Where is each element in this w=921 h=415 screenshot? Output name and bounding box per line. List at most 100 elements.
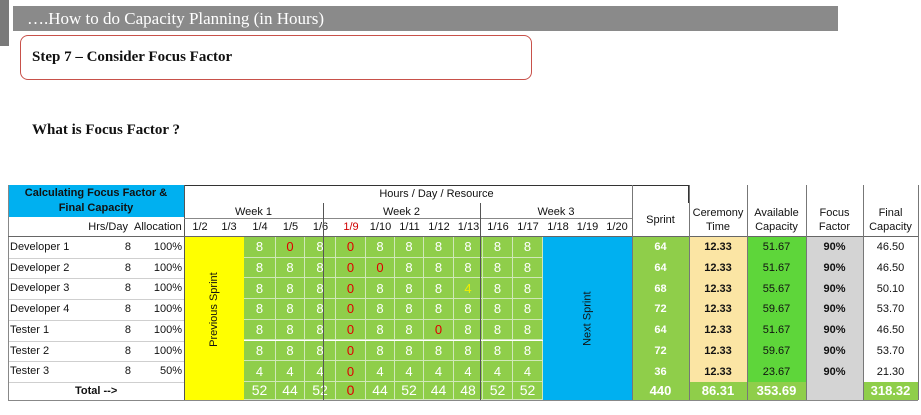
row-hrs: 8 [124, 365, 131, 378]
day-hours-cell: 4 [513, 361, 543, 382]
day-hours-cell: 0 [336, 278, 366, 300]
day-hours-cell: 8 [276, 340, 305, 362]
final-value: 46.50 [876, 324, 905, 337]
day-hours-cell: 8 [395, 257, 424, 279]
date-header: 1/18 [547, 221, 569, 233]
available-header: Available Capacity [754, 206, 799, 233]
day-hours-cell: 8 [395, 319, 424, 341]
slide-title: ….How to do Capacity Planning (in Hours) [27, 9, 324, 28]
sprint-value: 68 [654, 282, 667, 295]
final-value: 50.10 [876, 282, 905, 295]
row-name: Developer 2 [10, 261, 70, 274]
day-hours-cell: 4 [454, 278, 483, 300]
date-header: 1/12 [428, 221, 450, 233]
step-title: Step 7 – Consider Focus Factor [32, 49, 233, 65]
hours-header: Hours / Day / Resource [379, 188, 494, 200]
focus-value: 90% [823, 344, 846, 357]
day-hours-cell: 8 [483, 319, 513, 341]
day-hours-cell: 8 [244, 237, 276, 258]
date-header: 1/11 [399, 221, 420, 233]
day-hours-cell: 8 [276, 278, 305, 300]
row-name: Tester 3 [10, 365, 50, 378]
day-hours-cell: 0 [336, 340, 366, 362]
row-hrs: 8 [124, 344, 131, 357]
focus-value: 90% [823, 324, 846, 337]
row-name: Developer 1 [10, 241, 70, 253]
column-divider [863, 185, 864, 400]
day-hours-cell: 8 [424, 237, 454, 258]
final-total: 318.32 [863, 381, 918, 400]
column-divider [689, 185, 690, 400]
row-name: Tester 2 [10, 344, 50, 357]
day-hours-cell: 4 [276, 361, 305, 382]
day-hours-cell: 8 [366, 340, 395, 362]
day-hours-cell: 8 [454, 237, 483, 258]
day-hours-cell: 8 [305, 237, 336, 258]
day-hours-cell: 4 [483, 361, 513, 382]
day-hours-cell: 8 [366, 237, 395, 258]
ceremony-value: 12.33 [704, 303, 732, 316]
day-hours-cell: 0 [336, 237, 366, 258]
row-hrs: 8 [124, 323, 131, 336]
total-label: Total --> [75, 384, 118, 397]
day-total-cell: 0 [336, 381, 366, 400]
day-hours-cell: 8 [366, 278, 395, 300]
sprint-value: 36 [654, 365, 667, 378]
row-hrs: 8 [124, 241, 131, 253]
slide-edge-strip [0, 0, 9, 46]
focus-value: 90% [823, 241, 846, 254]
sprint-value: 72 [654, 303, 667, 316]
sprint-value: 72 [654, 344, 667, 357]
week-divider [323, 203, 324, 400]
day-hours-cell: 8 [395, 278, 424, 300]
day-hours-cell: 4 [366, 361, 395, 382]
day-total-cell: 52 [513, 381, 543, 400]
day-hours-cell: 8 [244, 299, 276, 320]
date-header: 1/9 [343, 221, 359, 233]
day-hours-cell: 4 [424, 361, 454, 382]
row-divider [8, 278, 184, 280]
table-bottom-line [8, 399, 918, 401]
row-name: Developer 3 [10, 282, 70, 295]
final-value: 46.50 [876, 262, 905, 275]
day-hours-cell: 8 [483, 257, 513, 279]
day-total-cell: 44 [424, 381, 454, 400]
row-alloc: 100% [153, 344, 182, 357]
ceremony-value: 12.33 [704, 262, 732, 275]
row-alloc: 100% [153, 282, 182, 295]
day-hours-cell: 8 [244, 319, 276, 341]
day-hours-cell: 0 [276, 237, 305, 258]
ceremony-value: 12.33 [704, 344, 732, 357]
focus-value: 90% [823, 282, 846, 295]
day-hours-cell: 8 [513, 299, 543, 320]
day-hours-cell: 8 [513, 237, 543, 258]
date-row-top-line [184, 218, 632, 219]
day-hours-cell: 8 [513, 257, 543, 279]
day-hours-cell: 8 [366, 299, 395, 320]
previous-sprint-total [184, 381, 244, 400]
day-hours-cell: 8 [305, 257, 336, 279]
ceremony-header: Ceremony Time [692, 206, 744, 233]
row-divider [8, 319, 184, 321]
date-header: 1/10 [369, 221, 392, 233]
day-hours-cell: 8 [305, 319, 336, 341]
day-hours-cell: 4 [395, 361, 424, 382]
day-hours-cell: 8 [395, 299, 424, 320]
final-value: 53.70 [876, 344, 905, 357]
available-total: 353.69 [747, 381, 806, 400]
row-name: Tester 1 [10, 323, 50, 336]
day-hours-cell: 8 [454, 340, 483, 362]
day-hours-cell: 8 [276, 319, 305, 341]
day-hours-cell: 4 [305, 361, 336, 382]
day-hours-cell: 8 [424, 278, 454, 300]
row-hrs: 8 [124, 261, 131, 274]
column-divider [806, 185, 807, 400]
day-hours-cell: 0 [336, 361, 366, 382]
day-hours-cell: 8 [424, 340, 454, 362]
date-header: 1/6 [312, 221, 329, 233]
available-value: 59.67 [762, 344, 791, 357]
sprint-total: 440 [649, 383, 672, 399]
day-hours-cell: 8 [513, 319, 543, 341]
day-hours-cell: 8 [305, 299, 336, 320]
day-hours-cell: 8 [454, 257, 483, 279]
